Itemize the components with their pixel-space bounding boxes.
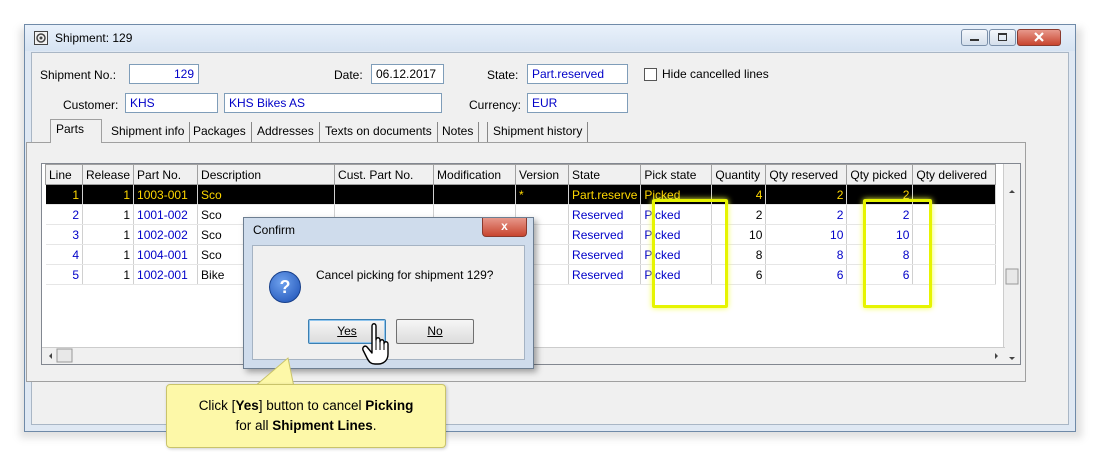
close-icon: [1034, 32, 1044, 42]
state-label: State:: [487, 68, 519, 82]
tab-addresses[interactable]: Addresses: [252, 122, 320, 142]
column-header[interactable]: Pick state: [640, 164, 713, 185]
currency-label: Currency:: [469, 98, 522, 112]
callout-bold: Picking: [365, 398, 414, 413]
date-field[interactable]: 06.12.2017: [371, 64, 444, 84]
column-header[interactable]: Part No.: [133, 164, 199, 185]
callout-text: for all: [235, 418, 273, 433]
callout-bold: Shipment Lines: [272, 418, 373, 433]
qty-picked-highlight: [863, 199, 932, 308]
tab-shipment-history[interactable]: Shipment history: [487, 122, 589, 142]
cell-release: 1: [82, 244, 135, 265]
yes-button-label: Yes: [337, 324, 357, 338]
column-header[interactable]: Release: [81, 164, 135, 185]
close-button[interactable]: [1017, 29, 1061, 46]
column-header[interactable]: Quantity: [711, 164, 767, 185]
cell-line: 2: [45, 204, 83, 225]
cell-qty-reserved: 10: [765, 224, 848, 245]
tab-parts[interactable]: Parts: [50, 119, 102, 143]
cell-modification: [433, 184, 517, 205]
no-button-label: No: [427, 324, 443, 338]
callout-bold: Yes: [235, 398, 259, 413]
cell-cust-part-no: [334, 184, 435, 205]
column-header[interactable]: Version: [515, 164, 570, 185]
app-icon: [34, 31, 48, 45]
cell-qty-reserved: 2: [765, 184, 848, 205]
dialog-close-icon: x: [501, 219, 508, 233]
minimize-icon: [970, 39, 979, 41]
hand-cursor-icon: [362, 323, 389, 365]
callout-text: Click [: [198, 398, 236, 413]
cell-line: 3: [45, 224, 83, 245]
instruction-callout: Click [Yes] button to cancel Picking for…: [166, 384, 446, 448]
hide-cancelled-checkbox[interactable]: [644, 68, 657, 81]
cell-line: 1: [45, 184, 83, 205]
callout-text: .: [372, 418, 377, 433]
cell-release: 1: [82, 184, 135, 205]
customer-label: Customer:: [63, 98, 119, 112]
shipment-no-label: Shipment No.:: [40, 68, 117, 82]
title-bar: Shipment: 129: [25, 25, 1075, 51]
cell-part-no: 1002-002: [133, 224, 199, 245]
maximize-icon: [998, 33, 1007, 41]
column-header[interactable]: State: [568, 164, 642, 185]
cell-release: 1: [82, 224, 135, 245]
cell-qty-reserved: 2: [765, 204, 848, 225]
window-title: Shipment: 129: [55, 31, 133, 45]
column-header[interactable]: Qty delivered: [912, 164, 997, 185]
hide-cancelled-label: Hide cancelled lines: [662, 67, 769, 81]
cell-state: Reserved: [568, 204, 642, 225]
cell-description: Sco: [197, 184, 336, 205]
dialog-message: Cancel picking for shipment 129?: [316, 268, 494, 282]
column-header[interactable]: Cust. Part No.: [334, 164, 435, 185]
date-label: Date:: [334, 68, 363, 82]
table-row[interactable]: 1 1 1003-001 Sco * Part.reserve Picked 4…: [45, 184, 997, 205]
tab-packages[interactable]: Packages: [188, 122, 252, 142]
state-field: Part.reserved: [527, 64, 628, 84]
customer-code-field[interactable]: KHS: [125, 93, 218, 113]
column-header[interactable]: Line: [45, 164, 83, 185]
cell-state: Reserved: [568, 224, 642, 245]
maximize-button[interactable]: [989, 29, 1016, 46]
tab-shipment-info[interactable]: Shipment info: [106, 122, 191, 142]
cell-part-no: 1002-001: [133, 264, 199, 285]
cell-state: Reserved: [568, 264, 642, 285]
column-header[interactable]: Qty picked: [846, 164, 914, 185]
question-icon: ?: [269, 271, 301, 303]
cell-line: 5: [45, 264, 83, 285]
cell-release: 1: [82, 204, 135, 225]
dialog-title: Confirm: [253, 223, 296, 237]
dialog-close-button[interactable]: x: [482, 218, 527, 237]
cell-qty-reserved: 6: [765, 264, 848, 285]
grid-header-row: Line Release Part No. Description Cust. …: [45, 164, 997, 185]
tab-notes[interactable]: Notes: [437, 122, 480, 142]
cell-state: Part.reserve: [568, 184, 642, 205]
cell-state: Reserved: [568, 244, 642, 265]
column-header[interactable]: Description: [197, 164, 336, 185]
cell-qty-reserved: 8: [765, 244, 848, 265]
cell-line: 4: [45, 244, 83, 265]
pick-state-highlight: [652, 199, 728, 308]
cell-version: *: [515, 184, 570, 205]
column-header[interactable]: Qty reserved: [765, 164, 848, 185]
vertical-scrollbar[interactable]: [1003, 164, 1020, 364]
minimize-button[interactable]: [961, 29, 988, 46]
shipment-no-field[interactable]: 129: [129, 64, 199, 84]
cell-part-no: 1001-002: [133, 204, 199, 225]
currency-field[interactable]: EUR: [527, 93, 628, 113]
column-header[interactable]: Modification: [433, 164, 517, 185]
customer-name-field: KHS Bikes AS: [224, 93, 442, 113]
scrollbar-arrows: [1005, 190, 1019, 360]
tab-texts-on-documents[interactable]: Texts on documents: [320, 122, 438, 142]
callout-text: ] button to cancel: [258, 398, 366, 413]
cell-part-no: 1003-001: [133, 184, 199, 205]
cell-release: 1: [82, 264, 135, 285]
cell-part-no: 1004-001: [133, 244, 199, 265]
no-button[interactable]: No: [396, 319, 474, 344]
